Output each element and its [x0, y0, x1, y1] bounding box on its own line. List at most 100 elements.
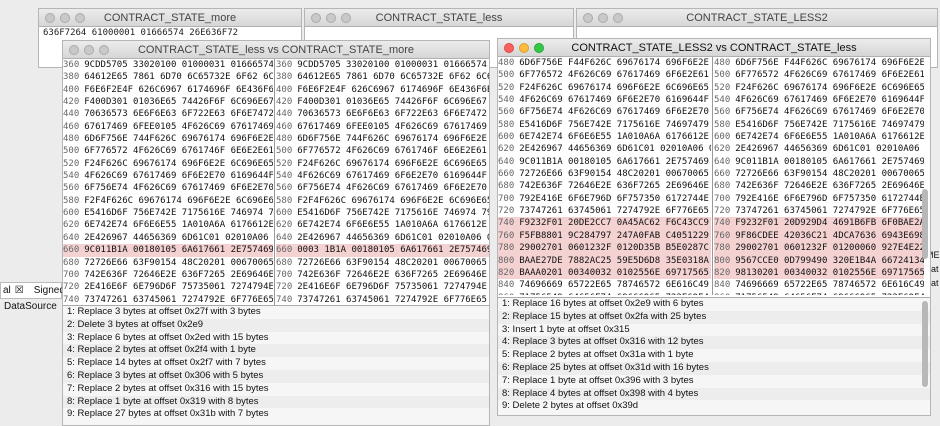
- difference-item[interactable]: 4: Replace 2 bytes at offset 0x2f4 with …: [63, 344, 489, 358]
- difference-item[interactable]: 1: Replace 16 bytes at offset 0x2e9 with…: [498, 298, 930, 311]
- right-hex-pane[interactable]: 360 9CDD5705 33020100 01000031 01666574 2…: [276, 59, 489, 305]
- window-titlebar[interactable]: CONTRACT_STATE_more: [39, 9, 301, 27]
- hex-row[interactable]: 680 72726E66 63F90154 48C20201 00670065 0…: [63, 257, 273, 269]
- hex-row[interactable]: 380 64612E65 7861 6D70 6C65732E 6F62 6C69…: [276, 71, 489, 83]
- difference-item[interactable]: 2: Replace 15 bytes at offset 0x2fa with…: [498, 310, 930, 324]
- hex-row[interactable]: 480 6D6F756E F44F626C 69676174 696F6E2E 6…: [498, 57, 711, 69]
- hex-row[interactable]: 400 F6E6F2E4F 626C6967 6174696F 6E436F6E …: [63, 84, 273, 96]
- hex-row[interactable]: 520 F24F626C 69676174 696F6E2E 6C696E65 6…: [63, 158, 273, 170]
- hex-row[interactable]: 560 6F756E74 4F626C69 67617469 6F6E2E70 6…: [276, 182, 489, 194]
- hex-row[interactable]: 380 64612E65 7861 6D70 6C65732E 6F62 6C69…: [63, 71, 273, 83]
- hex-row[interactable]: 540 4F626C69 67617469 6F6E2E70 6169644F 0…: [714, 94, 924, 106]
- difference-item[interactable]: 2: Delete 3 bytes at offset 0x2e9: [63, 318, 489, 332]
- minimize-button[interactable]: [519, 43, 529, 53]
- compare-window-less2-vs-less[interactable]: CONTRACT_STATE_LESS2 vs CONTRACT_STATE_l…: [497, 38, 931, 416]
- hex-row[interactable]: 520 F24F626C 69676174 696F6E2E 6C696E65 6…: [498, 82, 711, 94]
- hex-row[interactable]: 720 2E416E6F 6E796D6F 75735061 7274794E 4…: [276, 281, 489, 293]
- hex-row[interactable]: 460 67617469 6FEE0105 4F626C69 67617469 6…: [276, 121, 489, 133]
- hex-row[interactable]: 740 F9232F01 20DE2CC7 0A45AC62 F6C43CC9 7…: [498, 217, 711, 230]
- hex-row[interactable]: 620 2E426967 44656369 6D61C01 02010A06 05…: [714, 143, 924, 155]
- hex-row[interactable]: 440 70636573 6E6F6E63 6F722E63 6F6E7472 6…: [63, 108, 273, 120]
- hex-row[interactable]: 780 29002701 0601232F 01200060 927E4E22 C…: [714, 242, 924, 255]
- hex-row[interactable]: 360 9CDD5705 33020100 01000031 01666574 2…: [63, 59, 273, 71]
- hex-row[interactable]: 440 70636573 6E6F6E63 6F722E63 6F6E7472 6…: [276, 108, 489, 120]
- window-titlebar[interactable]: CONTRACT_STATE_LESS2 vs CONTRACT_STATE_l…: [498, 39, 930, 57]
- hex-row[interactable]: 620 6E742E74 6F6E6E55 1A010A6A 6176612E 6…: [63, 219, 273, 231]
- hex-row[interactable]: 520 F24F626C 69676174 696F6E2E 6C696E65 6…: [276, 158, 489, 170]
- hex-row[interactable]: 540 4F626C69 67617469 6F6E2E70 6169644F 0…: [276, 170, 489, 182]
- window-titlebar[interactable]: CONTRACT_STATE_less: [305, 9, 573, 27]
- hex-row[interactable]: 800 9567CCE0 0D799490 320E1B4A 66724134 E…: [714, 254, 924, 267]
- hex-row[interactable]: 840 74696669 65722E65 78746572 6E616C49 6…: [498, 279, 711, 291]
- difference-item[interactable]: 8: Replace 4 bytes at offset 0x398 with …: [498, 387, 930, 401]
- hex-row[interactable]: 400 F6E6F2E4F 626C6967 6174696F 6E436F6E …: [276, 84, 489, 96]
- difference-item[interactable]: 6: Replace 25 bytes at offset 0x31d with…: [498, 361, 930, 375]
- hex-row[interactable]: 480 6D6F756E F44F626C 69676174 696F6E2E 6…: [714, 57, 924, 69]
- hex-row[interactable]: 720 73747261 63745061 7274792E 6F776E65 6…: [498, 205, 711, 217]
- hex-row[interactable]: 600 6E742E74 6F6E6E55 1A010A6A 6176612E 6…: [714, 131, 924, 143]
- hex-row[interactable]: 820 BAAA0201 00340032 0102556E 69717565 4…: [498, 266, 711, 280]
- difference-item[interactable]: 9: Delete 2 bytes at offset 0x39d: [498, 400, 930, 413]
- hex-row[interactable]: 580 E5416D6F 756E742E 7175616E 74697479 4…: [714, 119, 924, 131]
- hex-row[interactable]: 660 9C011B1A 00180105 6A617661 2E757469 6…: [63, 244, 273, 257]
- hex-row[interactable]: 740 73747261 63745061 7274792E 6F776E65 6…: [276, 294, 489, 305]
- hex-row[interactable]: 540 4F626C69 67617469 6F6E2E70 6169644F 0…: [498, 94, 711, 106]
- vertical-scrollbar[interactable]: [922, 189, 928, 259]
- hex-row[interactable]: 640 2E426967 44656369 6D61C01 02010A06 05…: [276, 232, 489, 244]
- difference-list[interactable]: 1: Replace 16 bytes at offset 0x2e9 with…: [498, 297, 930, 415]
- difference-item[interactable]: 3: Replace 6 bytes at offset 0x2ed with …: [63, 332, 489, 345]
- hex-row[interactable]: 780 29002701 0601232F 0120D35B B5E0287C 7…: [498, 242, 711, 255]
- hex-row[interactable]: 500 6F776572 4F626C69 6761746F 6E6E2E61 4…: [276, 145, 489, 157]
- zoom-button[interactable]: [99, 45, 109, 55]
- close-button[interactable]: [504, 43, 514, 53]
- difference-item[interactable]: 5: Replace 14 bytes at offset 0x2f7 with…: [63, 357, 489, 370]
- hex-row[interactable]: 680 72726E66 63F90154 48C20201 00670065 0…: [276, 257, 489, 269]
- pane-divider[interactable]: [712, 57, 713, 295]
- hex-row[interactable]: 500 6F776572 4F626C69 6761746F 6E6E2E61 4…: [63, 145, 273, 157]
- hex-row[interactable]: 86071756549 64656E74 69666965 722E69E4 0…: [498, 292, 711, 295]
- difference-item[interactable]: 7: Replace 2 bytes at offset 0x316 with …: [63, 383, 489, 396]
- hex-row[interactable]: 720 73747261 63745061 7274792E 6F776E65 6…: [714, 205, 924, 217]
- hex-row[interactable]: 500 6F776572 4F626C69 67617469 6F6E2E61 4…: [714, 69, 924, 81]
- hex-row[interactable]: 700 742E636F 72646E2E 636F7265 2E69646E 7…: [276, 269, 489, 281]
- hex-row[interactable]: 660 0003 1B1A 00180105 6A617661 2E757469 …: [276, 244, 489, 257]
- hex-row[interactable]: 480 6D6F756E 744F626C 69676174 696F6E2E 6…: [63, 133, 273, 145]
- window-titlebar[interactable]: CONTRACT_STATE_less vs CONTRACT_STATE_mo…: [63, 41, 489, 59]
- difference-item[interactable]: 3: Insert 1 byte at offset 0x315: [498, 324, 930, 337]
- hex-row[interactable]: 520 F24F626C 69676174 696F6E2E 6C696E65 6…: [714, 82, 924, 94]
- hex-row[interactable]: 480 6D6F756E 744F626C 69676174 696F6E2E 6…: [276, 133, 489, 145]
- hex-row[interactable]: 600 6E742E74 6F6E6E55 1A010A6A 6176612E 6…: [498, 131, 711, 143]
- hex-row[interactable]: 540 4F626C69 67617469 6F6E2E70 6169644F 0…: [63, 170, 273, 182]
- hex-row[interactable]: 560 6F756E74 4F626C69 67617469 6F6E2E70 6…: [63, 182, 273, 194]
- hex-row[interactable]: 640 9C011B1A 00180105 6A617661 2E757469 6…: [498, 156, 711, 168]
- hex-row[interactable]: 360 9CDD5705 33020100 01000031 01666574 2…: [276, 59, 489, 71]
- hex-row[interactable]: 460 67617469 6FEE0105 4F626C69 67617469 6…: [63, 121, 273, 133]
- pane-divider[interactable]: [274, 59, 275, 305]
- hex-row[interactable]: 86071756549 64656E74 69666965 722E69E4 0…: [714, 292, 924, 295]
- difference-item[interactable]: 1: Replace 3 bytes at offset 0x27f with …: [63, 306, 489, 319]
- difference-item[interactable]: 6: Replace 3 bytes at offset 0x306 with …: [63, 369, 489, 383]
- hex-row[interactable]: 800 BAAE27DE 7882AC25 59E5D6D8 35E0318A C…: [498, 254, 711, 267]
- tab-label[interactable]: al: [3, 285, 11, 296]
- hex-row[interactable]: 580 F2F4F626C 69676174 696F6E2E 6C696E65 …: [63, 195, 273, 207]
- close-icon[interactable]: ☒: [15, 285, 24, 296]
- hex-row[interactable]: 680 742E636F 72646E2E 636F7265 2E69646E 7…: [498, 180, 711, 192]
- diff-list-scrollbar[interactable]: [922, 301, 928, 387]
- hex-row[interactable]: 720 2E416E6F 6E796D6F 75735061 7274794E 4…: [63, 281, 273, 293]
- hex-row[interactable]: 740 73747261 63745061 7274792E 6F776E65 6…: [63, 294, 273, 305]
- left-hex-pane[interactable]: 360 9CDD5705 33020100 01000031 01666574 2…: [63, 59, 273, 305]
- minimize-button[interactable]: [84, 45, 94, 55]
- window-titlebar[interactable]: CONTRACT_STATE_LESS2: [577, 9, 937, 27]
- zoom-button[interactable]: [534, 43, 544, 53]
- hex-row[interactable]: 560 6F756E74 4F626C69 67617469 6F6E2E70 6…: [714, 106, 924, 118]
- hex-row[interactable]: 700 742E636F 72646E2E 636F7265 2E69646E 7…: [63, 269, 273, 281]
- hex-row[interactable]: 660 72726E66 63F90154 48C20201 00670065 0…: [498, 168, 711, 180]
- hex-row[interactable]: 820 98130201 00340032 0102556E 69717565 4…: [714, 266, 924, 280]
- hex-row[interactable]: 840 74696669 65722E65 78746572 6E616C49 6…: [714, 279, 924, 291]
- hex-row[interactable]: 600 E5416D6F 756E742E 7175616E 746974 794…: [63, 207, 273, 219]
- left-hex-pane[interactable]: 480 6D6F756E F44F626C 69676174 696F6E2E 6…: [498, 57, 711, 295]
- hex-row[interactable]: 700 792E416E 6F6E796D 6F757350 6172744E 4…: [714, 193, 924, 205]
- right-hex-pane[interactable]: 480 6D6F756E F44F626C 69676174 696F6E2E 6…: [714, 57, 924, 295]
- difference-item[interactable]: 5: Replace 2 bytes at offset 0x31a with …: [498, 349, 930, 362]
- hex-row[interactable]: 760 9F86CDEE 42036C21 4DCA7636 6943E698 5…: [714, 229, 924, 243]
